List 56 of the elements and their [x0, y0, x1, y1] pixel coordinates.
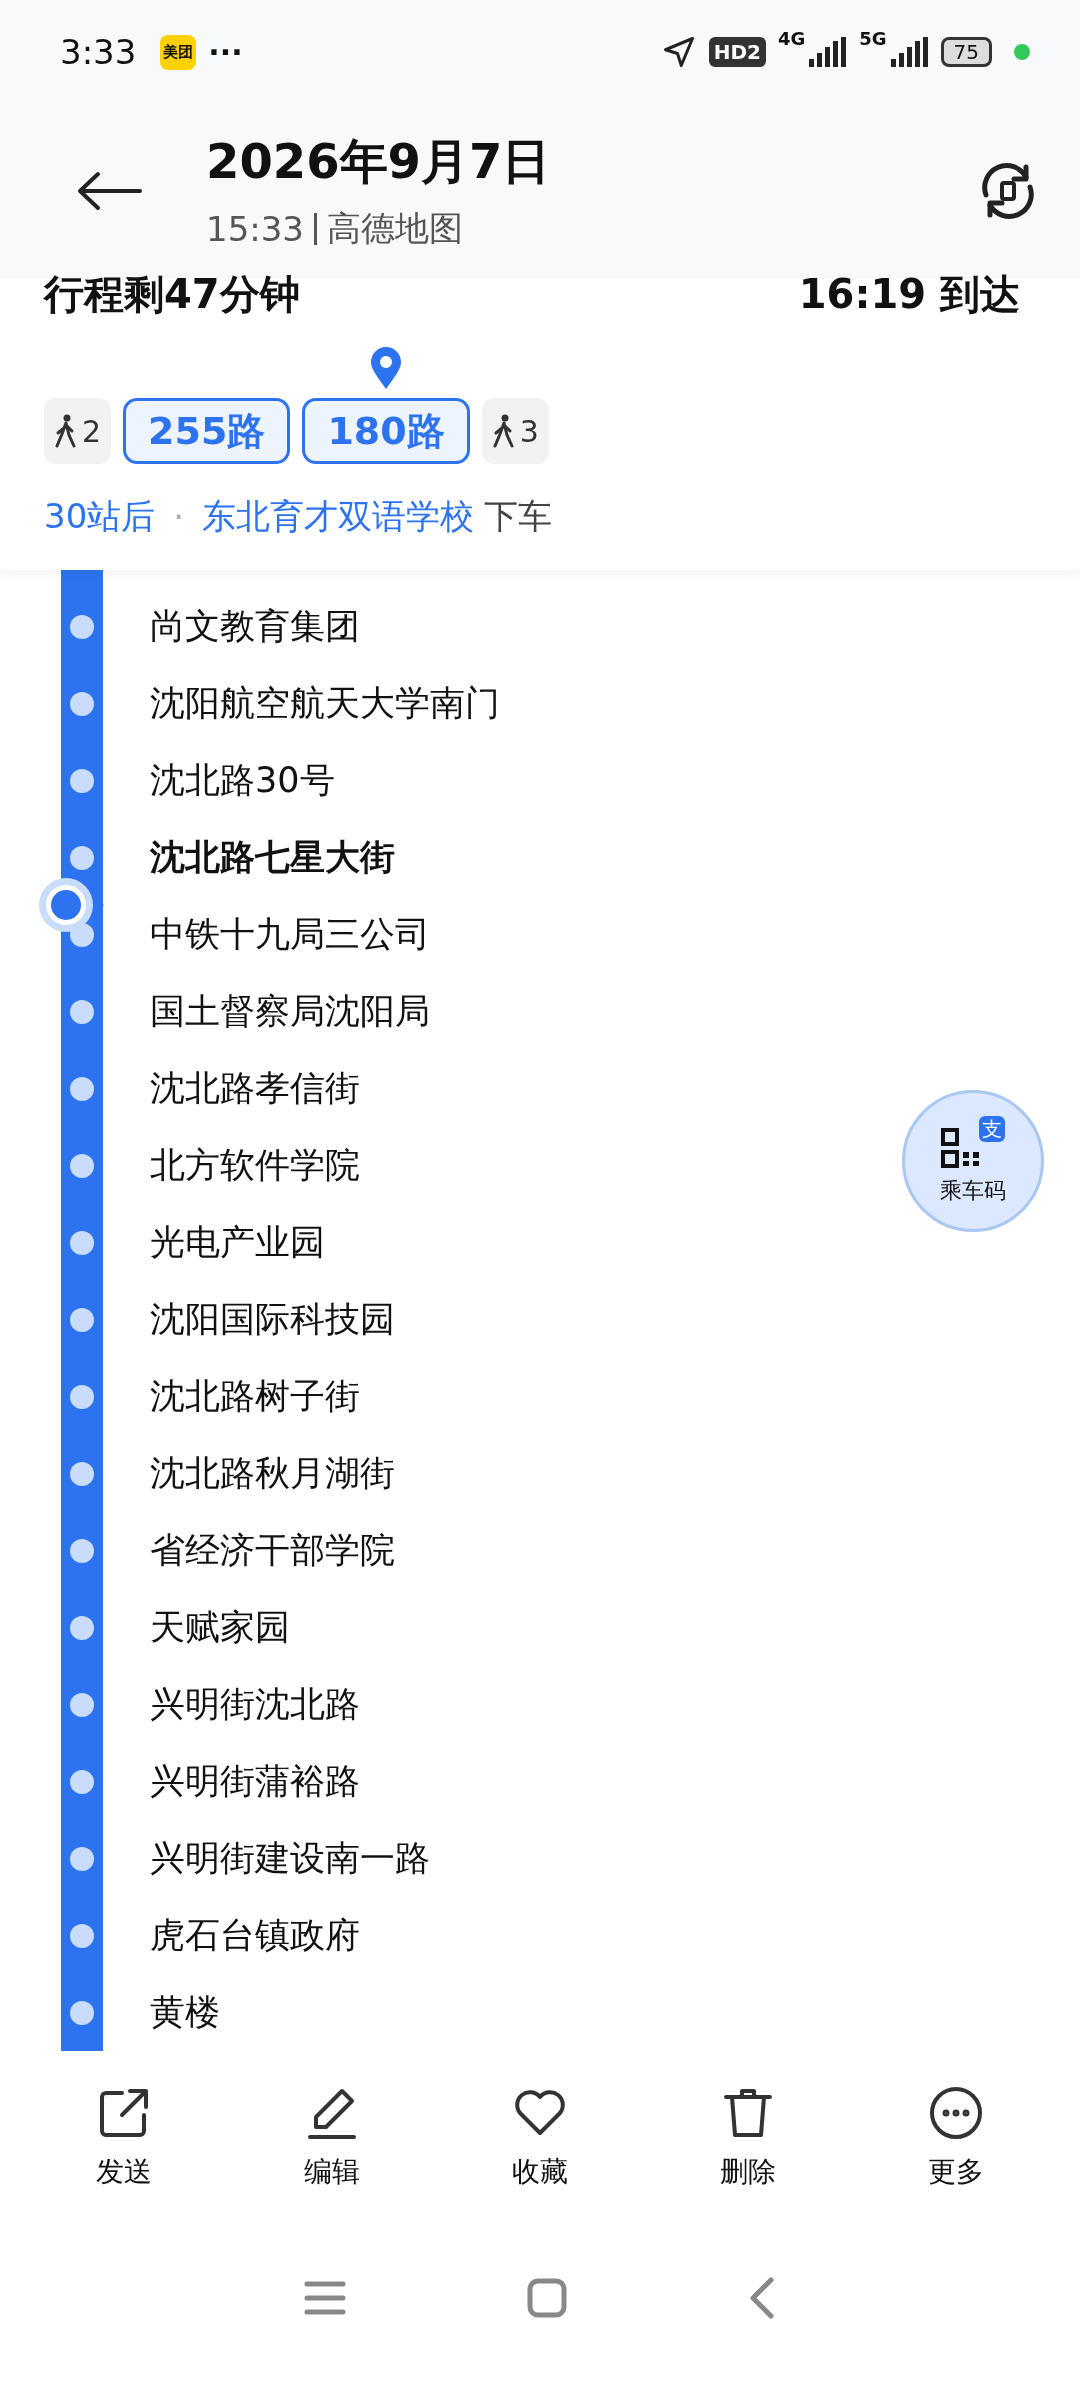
stop-name: 虎石台镇政府: [150, 1914, 360, 1958]
walk-count: 2: [82, 413, 102, 449]
bus-route-chip[interactable]: 180路: [302, 398, 470, 465]
stop-name: 兴明街建设南一路: [150, 1837, 430, 1881]
network-label: 5G: [859, 28, 887, 49]
back-arrow-icon[interactable]: [76, 171, 142, 212]
hd-label: HD2: [708, 37, 766, 68]
stop-name: 国土督察局沈阳局: [150, 990, 430, 1034]
source-app: 高德地图: [327, 207, 463, 251]
signal-icon: [888, 37, 929, 68]
more-icon: [928, 2085, 984, 2142]
screenshot-date: 2026年9月7日: [206, 132, 552, 192]
separator-dot: ·: [173, 497, 185, 538]
stop-name: 尚文教育集团: [150, 605, 360, 649]
stop-name: 沈北路孝信街: [150, 1067, 360, 1111]
toolbar-action[interactable]: 收藏: [506, 2084, 574, 2193]
stop-name: 沈北路七星大街: [150, 836, 395, 880]
app-badge: 美团: [160, 34, 197, 70]
stop-name: 省经济干部学院: [150, 1529, 395, 1573]
alight-stop[interactable]: 东北育才双语学校: [202, 494, 475, 541]
home-icon[interactable]: [527, 2277, 567, 2318]
walk-segment[interactable]: 2: [44, 398, 112, 465]
stops-count: 30站后: [44, 495, 156, 539]
stop-name: 北方软件学院: [150, 1144, 360, 1188]
toolbar-action[interactable]: 发送: [90, 2084, 158, 2193]
status-dot: [1014, 44, 1030, 61]
toolbar-action[interactable]: 更多: [922, 2084, 990, 2193]
stop-name: 沈北路秋月湖街: [150, 1452, 395, 1496]
stop-name: 天赋家园: [150, 1606, 290, 1650]
walking-person-icon: [54, 414, 78, 449]
stop-name: 沈北路树子街: [150, 1375, 360, 1419]
signal-icon: [807, 37, 848, 68]
walking-person-icon: [491, 414, 516, 449]
stop-name: 中铁十九局三公司: [150, 913, 430, 957]
battery-level: 75: [940, 37, 992, 68]
stop-name: 兴明街沈北路: [150, 1683, 360, 1727]
walk-segment[interactable]: 3: [481, 398, 549, 465]
ride-code-button[interactable]: 支 乘车码: [902, 1090, 1044, 1233]
stop-name: 沈阳国际科技园: [150, 1298, 395, 1342]
status-time: 3:33: [60, 32, 137, 73]
toolbar-action[interactable]: 编辑: [298, 2084, 366, 2193]
toolbar-action[interactable]: 删除: [714, 2084, 782, 2193]
status-more: ···: [208, 34, 243, 70]
stop-name: 黄楼: [150, 1991, 220, 2035]
back-icon[interactable]: [747, 2275, 777, 2320]
walk-count: 3: [519, 413, 539, 449]
bus-route-chip[interactable]: 255路: [123, 398, 291, 465]
arrival-time: 16:19 到达: [798, 270, 1020, 320]
screenshot-time: 15:33: [206, 209, 304, 250]
stop-name: 兴明街蒲裕路: [150, 1760, 360, 1804]
stop-name: 沈阳航空航天大学南门: [150, 682, 500, 726]
network-label: 4G: [777, 28, 806, 49]
trip-remaining: 行程剩47分钟: [44, 270, 300, 320]
alight-label: 下车: [484, 495, 553, 539]
stop-name: 光电产业园: [150, 1221, 325, 1265]
stop-name: 沈北路30号: [150, 759, 335, 803]
